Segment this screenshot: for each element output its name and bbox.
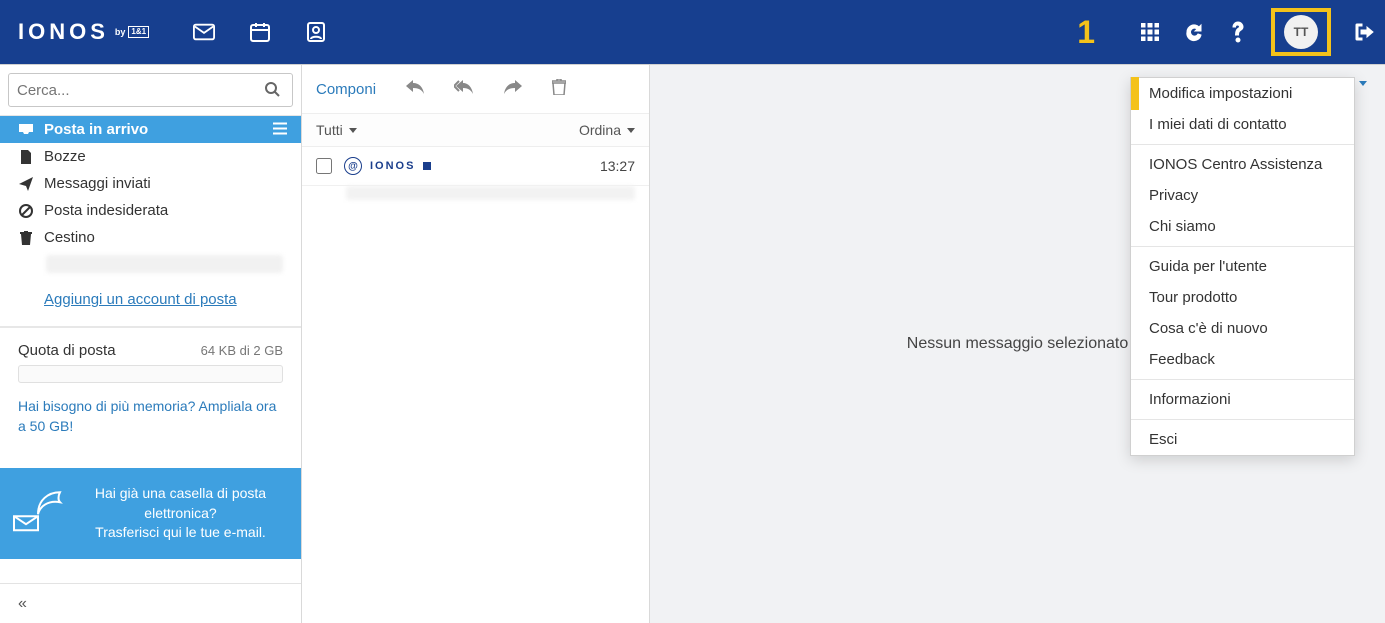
folder-drafts[interactable]: Bozze [0,143,301,170]
folder-spam[interactable]: Posta indesiderata [0,197,301,224]
collapse-bar: « [0,583,301,623]
topbar-right-icons: TT [1139,8,1375,56]
folder-sent[interactable]: Messaggi inviati [0,170,301,197]
avatar-highlight: TT [1271,8,1331,56]
account-dropdown: Modifica impostazioni I miei dati di con… [1130,77,1355,456]
folder-label: Posta in arrivo [44,121,148,138]
apps-grid-icon[interactable] [1139,21,1161,43]
logout-icon[interactable] [1353,21,1375,43]
filter-all-label: Tutti [316,122,343,138]
topbar: IONOS by 1&1 1 TT [0,0,1385,64]
sort-label: Ordina [579,122,621,138]
file-icon [18,150,34,164]
mail-icon[interactable] [193,21,215,43]
promo-banner[interactable]: Hai già una casella di posta elettronica… [0,468,301,559]
message-sender: @ IONOS [344,157,588,175]
message-list-pane: Componi Tutti Ordina @ IONOS [302,65,650,623]
sender-avatar-icon: @ [344,157,362,175]
empty-state-text: Nessun messaggio selezionato [907,335,1128,353]
promo-line-1: Hai già una casella di posta elettronica… [74,484,287,523]
search-input[interactable] [17,82,260,99]
quota-upgrade-link[interactable]: Hai bisogno di più memoria? Ampliala ora… [18,397,283,436]
quota-bar [18,365,283,383]
brand-box: 1&1 [128,26,149,38]
sort-button[interactable]: Ordina [579,122,635,138]
inbox-icon [18,123,34,137]
promo-line-2: Trasferisci qui le tue e-mail. [74,523,287,543]
folder-trash[interactable]: Cestino [0,224,301,251]
sender-badge-icon [423,162,431,170]
reply-all-icon[interactable] [454,80,474,99]
menu-logout[interactable]: Esci [1131,424,1354,455]
search-icon [264,81,280,97]
app-body: Posta in arrivo Bozze Messaggi inviati P… [0,64,1385,623]
quota-amount: 64 KB di 2 GB [201,343,283,358]
menu-privacy[interactable]: Privacy [1131,180,1354,211]
trash-icon [18,231,34,245]
brand-by: by [115,27,126,37]
chevron-down-icon [627,128,635,133]
delete-icon[interactable] [552,79,566,100]
paper-plane-icon [18,177,34,191]
sidebar: Posta in arrivo Bozze Messaggi inviati P… [0,65,302,623]
search-wrap [0,65,301,116]
contacts-icon[interactable] [305,21,327,43]
ban-icon [18,204,34,218]
account-avatar[interactable]: TT [1284,15,1318,49]
calendar-icon[interactable] [249,21,271,43]
list-header: Tutti Ordina [302,113,649,147]
collapse-sidebar-icon[interactable]: « [18,595,27,613]
folder-list: Posta in arrivo Bozze Messaggi inviati P… [0,116,301,251]
promo-migrate-icon [10,488,64,540]
folder-label: Cestino [44,229,95,246]
folder-label: Posta indesiderata [44,202,168,219]
folder-options-icon[interactable] [273,121,287,138]
quota-title: Quota di posta [18,342,116,359]
menu-help-center[interactable]: IONOS Centro Assistenza [1131,149,1354,180]
search-button[interactable] [260,81,284,100]
account-name-redacted [46,255,283,273]
menu-whats-new[interactable]: Cosa c'è di nuovo [1131,313,1354,344]
menu-info[interactable]: Informazioni [1131,384,1354,415]
add-account-link[interactable]: Aggiungi un account di posta [0,273,301,326]
menu-edit-settings[interactable]: Modifica impostazioni [1131,78,1354,109]
message-subject-redacted [346,186,635,200]
message-checkbox[interactable] [316,158,332,174]
refresh-icon[interactable] [1183,21,1205,43]
quota-box: Quota di posta 64 KB di 2 GB Hai bisogno… [0,328,301,446]
menu-feedback[interactable]: Feedback [1131,344,1354,375]
brand-logo: IONOS [18,19,109,45]
message-row[interactable]: @ IONOS 13:27 [302,147,649,208]
folder-label: Messaggi inviati [44,175,151,192]
topbar-left-icons [193,21,327,43]
menu-about[interactable]: Chi siamo [1131,211,1354,242]
help-icon[interactable] [1227,21,1249,43]
reply-icon[interactable] [406,80,424,99]
message-time: 13:27 [600,158,635,174]
chevron-down-icon [1359,81,1367,86]
menu-my-contact-data[interactable]: I miei dati di contatto [1131,109,1354,140]
compose-button[interactable]: Componi [316,81,376,98]
chevron-down-icon [349,128,357,133]
filter-all-button[interactable]: Tutti [316,122,357,138]
search-field[interactable] [8,73,293,107]
forward-icon[interactable] [504,80,522,99]
brand[interactable]: IONOS by 1&1 [18,19,149,45]
sender-name: IONOS [370,160,415,172]
folder-label: Bozze [44,148,86,165]
menu-product-tour[interactable]: Tour prodotto [1131,282,1354,313]
mail-toolbar: Componi [302,65,649,113]
annotation-step-1: 1 [1077,14,1095,51]
menu-user-guide[interactable]: Guida per l'utente [1131,251,1354,282]
folder-inbox[interactable]: Posta in arrivo [0,116,301,143]
